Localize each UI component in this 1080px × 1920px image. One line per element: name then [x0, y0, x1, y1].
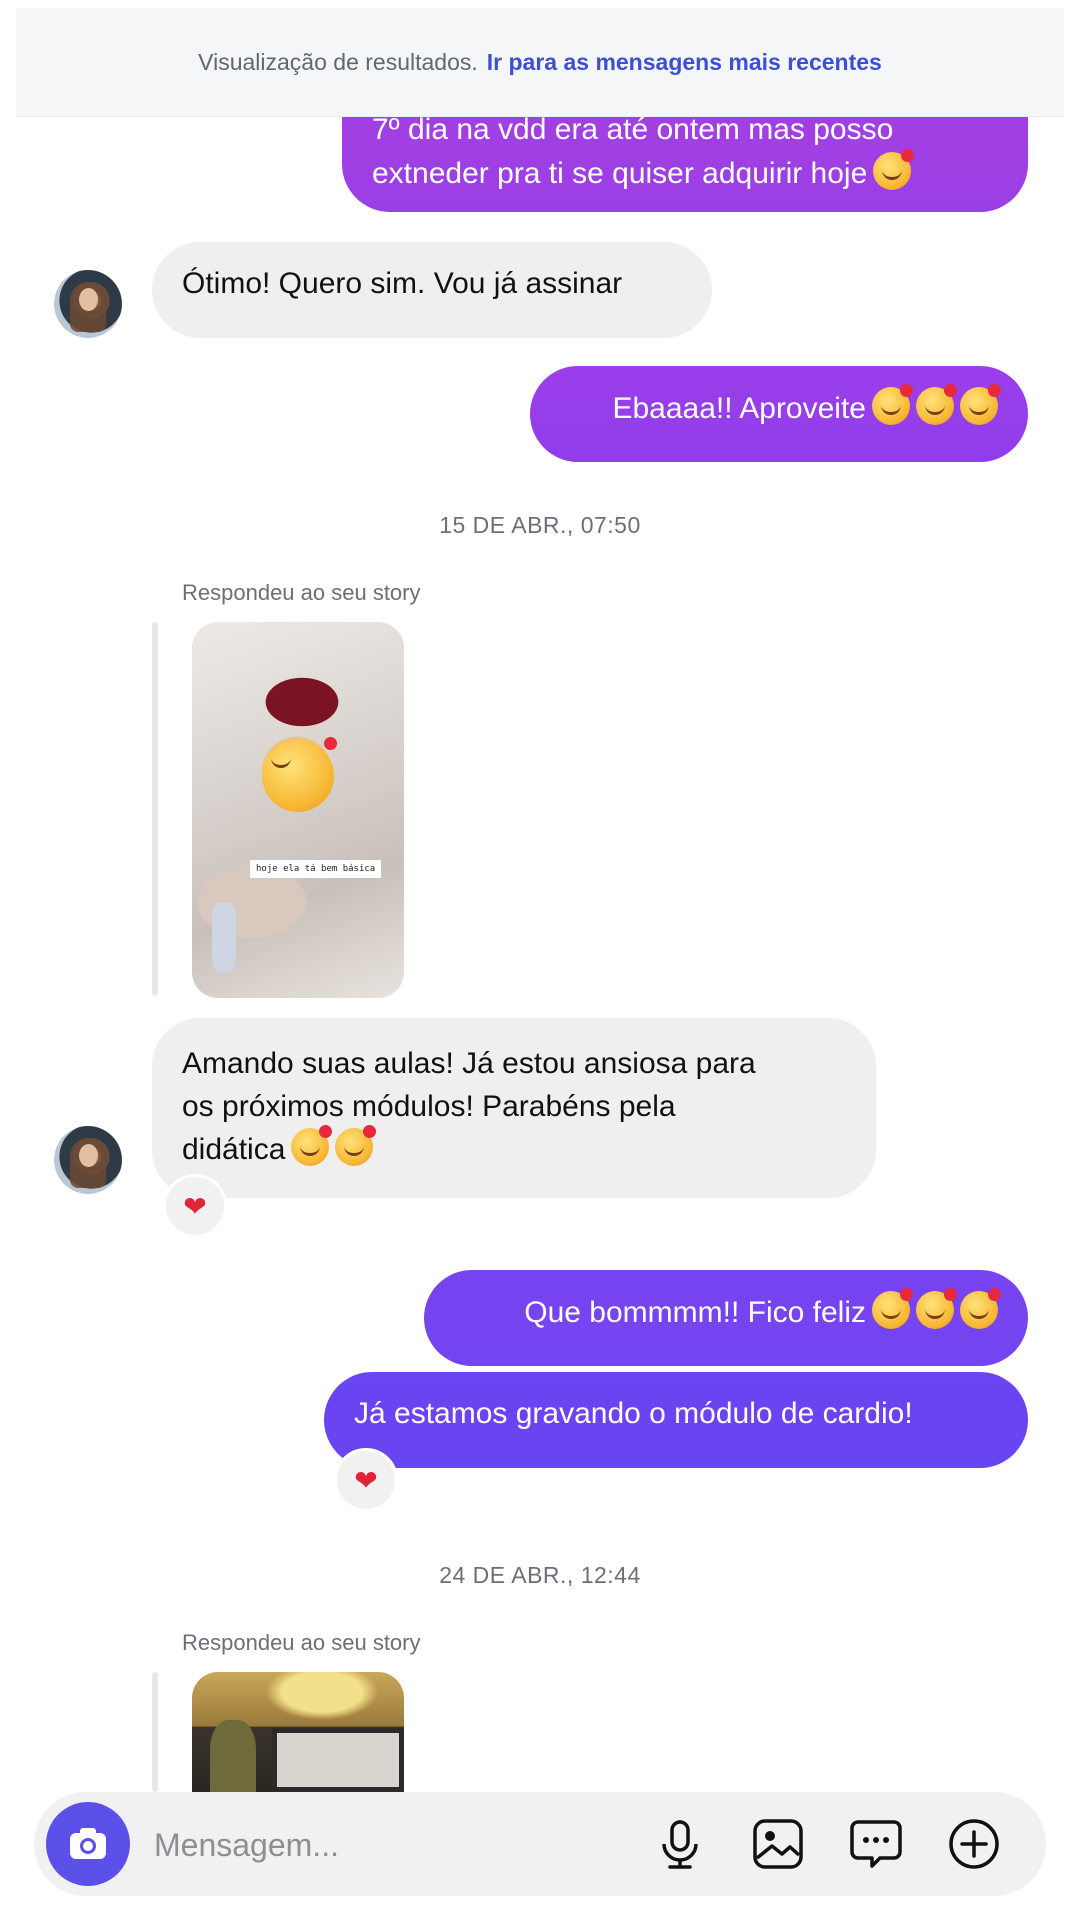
microphone-button[interactable] [650, 1814, 710, 1874]
story-reply-label: Respondeu ao seu story [182, 580, 421, 605]
outgoing-message[interactable]: Que bommmm!! Fico feliz [424, 1270, 1028, 1366]
camera-icon [70, 1828, 106, 1859]
heart-reaction[interactable]: ❤ [334, 1448, 398, 1512]
sticker-chat-button[interactable] [846, 1814, 906, 1874]
results-banner: Visualização de resultados. Ir para as m… [16, 8, 1064, 117]
message-input[interactable] [152, 1816, 636, 1874]
gallery-button[interactable] [748, 1814, 808, 1874]
smiling-face-hearts-emoji-icon [916, 384, 957, 425]
contact-avatar[interactable] [54, 270, 122, 338]
plus-circle-icon [949, 1819, 999, 1869]
incoming-message[interactable]: Amando suas aulas! Já estou ansiosa para… [152, 1018, 876, 1198]
message-line: didática [182, 1133, 286, 1166]
message-text: Ótimo! Quero sim. Vou já assinar [182, 267, 623, 300]
outgoing-message[interactable]: Já estamos gravando o módulo de cardio! [324, 1372, 1028, 1468]
sticker-chat-icon [850, 1820, 902, 1868]
smiling-face-hearts-emoji-icon [291, 1125, 333, 1166]
smiling-face-hearts-emoji-icon [872, 1288, 913, 1329]
story-thumbnail[interactable]: hoje ela tá bem básica [192, 622, 404, 998]
incoming-message[interactable]: Ótimo! Quero sim. Vou já assinar [152, 242, 712, 338]
results-banner-text: Visualização de resultados. [198, 48, 478, 75]
message-text: Já estamos gravando o módulo de cardio! [354, 1397, 913, 1430]
gallery-icon [753, 1819, 803, 1869]
jump-to-recent-link[interactable]: Ir para as mensagens mais recentes [487, 49, 882, 76]
smiling-face-hearts-emoji-icon [335, 1125, 377, 1166]
heart-icon: ❤ [354, 1464, 378, 1496]
story-reply-bar [152, 1672, 158, 1792]
smiling-face-hearts-emoji-icon [873, 149, 915, 190]
smiling-face-hearts-emoji-icon [262, 737, 337, 812]
baby-bottle-shape [212, 902, 236, 972]
smiling-face-hearts-emoji-icon [960, 1288, 1001, 1329]
message-line: os próximos módulos! Parabéns pela [182, 1090, 676, 1123]
camera-button[interactable] [46, 1802, 130, 1886]
story-reply-label: Respondeu ao seu story [182, 1630, 421, 1655]
smiling-face-hearts-emoji-icon [916, 1288, 957, 1329]
message-line: extneder pra ti se quiser adquirir hoje [372, 157, 868, 190]
message-composer [34, 1792, 1046, 1896]
story-thumbnail[interactable] [192, 1672, 404, 1792]
message-text: Que bommmm!! Fico feliz [524, 1296, 866, 1329]
heart-reaction[interactable]: ❤ [163, 1174, 227, 1238]
heart-icon: ❤ [183, 1190, 207, 1222]
story-caption: hoje ela tá bem básica [250, 860, 382, 878]
shelf-shape [272, 1728, 404, 1792]
message-line: Amando suas aulas! Já estou ansiosa para [182, 1047, 756, 1080]
story-reply-bar [152, 622, 158, 996]
contact-avatar[interactable] [54, 1126, 122, 1194]
message-text: Ebaaaa!! Aproveite [612, 392, 866, 425]
smiling-face-hearts-emoji-icon [872, 384, 913, 425]
outgoing-message[interactable]: Ebaaaa!! Aproveite [530, 366, 1028, 462]
date-separator: 15 DE ABR., 07:50 [439, 512, 641, 538]
plant-shape [210, 1720, 256, 1792]
date-separator: 24 DE ABR., 12:44 [439, 1562, 641, 1588]
microphone-icon [662, 1820, 698, 1869]
smiling-face-hearts-emoji-icon [960, 384, 1001, 425]
plus-button[interactable] [944, 1814, 1004, 1874]
